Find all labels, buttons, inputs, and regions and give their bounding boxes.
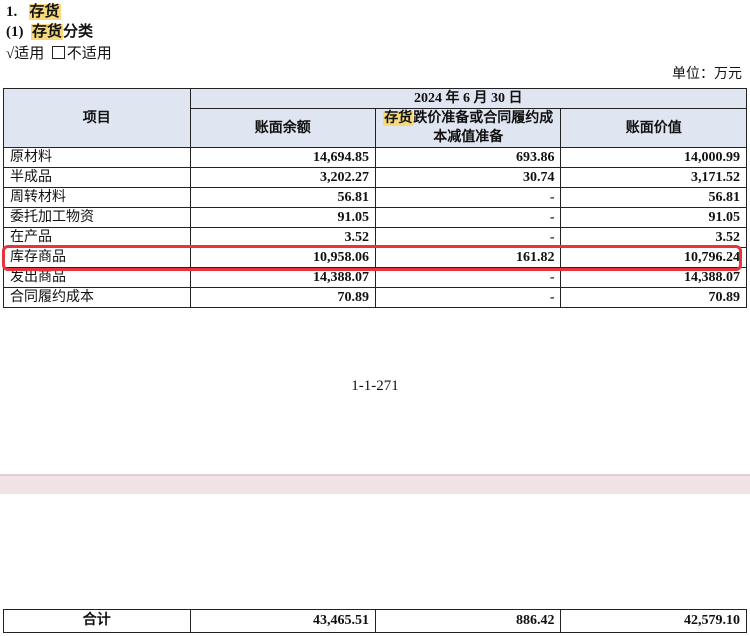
row-name: 发出商品 bbox=[3, 267, 191, 288]
row-balance: 91.05 bbox=[189, 207, 377, 228]
subsection-title-highlight: 存货 bbox=[31, 24, 64, 40]
total-table: 合计 43,465.51 886.42 42,579.10 bbox=[3, 609, 747, 633]
row-net: 56.81 bbox=[560, 187, 747, 208]
checkbox-icon bbox=[51, 46, 65, 59]
row-net: 14,388.07 bbox=[560, 267, 747, 288]
header-provision-rest: 跌价准备或合同履约成本减值准备 bbox=[413, 111, 554, 145]
total-net: 42,579.10 bbox=[560, 609, 747, 633]
row-provision: - bbox=[375, 207, 562, 228]
section-heading: 1. 存货 bbox=[6, 2, 61, 22]
row-name: 周转材料 bbox=[3, 187, 191, 208]
row-name: 库存商品 bbox=[3, 247, 191, 268]
header-item: 项目 bbox=[3, 88, 191, 148]
section-title: 存货 bbox=[28, 4, 61, 20]
section-number: 1. bbox=[6, 4, 18, 20]
row-balance: 3.52 bbox=[189, 227, 377, 248]
inventory-table: 项目 2024 年 6 月 30 日 账面余额 存货跌价准备或合同履约成本减值准… bbox=[3, 88, 748, 308]
row-provision: 161.82 bbox=[375, 247, 562, 268]
header-provision-highlight: 存货 bbox=[383, 111, 414, 126]
row-net: 10,796.24 bbox=[560, 247, 747, 268]
header-provision: 存货跌价准备或合同履约成本减值准备 bbox=[375, 108, 562, 148]
total-provision: 886.42 bbox=[375, 609, 562, 633]
table-row: 库存商品 10,958.06 161.82 10,796.24 bbox=[3, 247, 747, 268]
total-balance: 43,465.51 bbox=[189, 609, 377, 633]
table-row: 原材料 14,694.85 693.86 14,000.99 bbox=[3, 147, 747, 168]
subsection-heading: (1) 存货分类 bbox=[6, 22, 93, 42]
total-row: 合计 43,465.51 886.42 42,579.10 bbox=[3, 609, 747, 633]
row-name: 半成品 bbox=[3, 167, 191, 188]
header-net-value: 账面价值 bbox=[560, 108, 747, 148]
row-balance: 10,958.06 bbox=[189, 247, 377, 268]
row-net: 91.05 bbox=[560, 207, 747, 228]
table-row: 周转材料 56.81-56.81 bbox=[3, 187, 747, 208]
row-provision: - bbox=[375, 187, 562, 208]
table-row: 在产品 3.52-3.52 bbox=[3, 227, 747, 248]
applicability-line: √适用 不适用 bbox=[6, 44, 112, 64]
row-net: 3.52 bbox=[560, 227, 747, 248]
row-net: 14,000.99 bbox=[560, 147, 747, 168]
row-provision: 693.86 bbox=[375, 147, 562, 168]
row-name: 委托加工物资 bbox=[3, 207, 191, 228]
header-date: 2024 年 6 月 30 日 bbox=[189, 88, 748, 109]
unit-label: 单位：万元 bbox=[672, 67, 742, 82]
row-name: 在产品 bbox=[3, 227, 191, 248]
table-row: 半成品 3,202.27 30.74 3,171.52 bbox=[3, 167, 747, 188]
checkmark-icon: √ bbox=[6, 46, 15, 62]
table-row: 发出商品 14,388.07-14,388.07 bbox=[3, 267, 747, 288]
page-number: 1-1-271 bbox=[351, 378, 399, 394]
table-row: 合同履约成本 70.89-70.89 bbox=[3, 287, 747, 308]
row-balance: 14,388.07 bbox=[189, 267, 377, 288]
row-balance: 3,202.27 bbox=[189, 167, 377, 188]
row-balance: 14,694.85 bbox=[189, 147, 377, 168]
row-provision: - bbox=[375, 227, 562, 248]
total-label: 合计 bbox=[3, 609, 191, 633]
row-provision: 30.74 bbox=[375, 167, 562, 188]
row-net: 70.89 bbox=[560, 287, 747, 308]
page-separator bbox=[0, 474, 750, 494]
subsection-title-rest: 分类 bbox=[63, 24, 94, 40]
header-balance: 账面余额 bbox=[189, 108, 377, 148]
row-balance: 70.89 bbox=[189, 287, 377, 308]
row-balance: 56.81 bbox=[189, 187, 377, 208]
not-applicable-label: 不适用 bbox=[66, 46, 112, 62]
row-name: 原材料 bbox=[3, 147, 191, 168]
row-net: 3,171.52 bbox=[560, 167, 747, 188]
row-provision: - bbox=[375, 287, 562, 308]
row-provision: - bbox=[375, 267, 562, 288]
row-name: 合同履约成本 bbox=[3, 287, 191, 308]
subsection-number: (1) bbox=[6, 24, 24, 40]
table-row: 委托加工物资 91.05-91.05 bbox=[3, 207, 747, 228]
applicable-label: 适用 bbox=[14, 46, 45, 62]
